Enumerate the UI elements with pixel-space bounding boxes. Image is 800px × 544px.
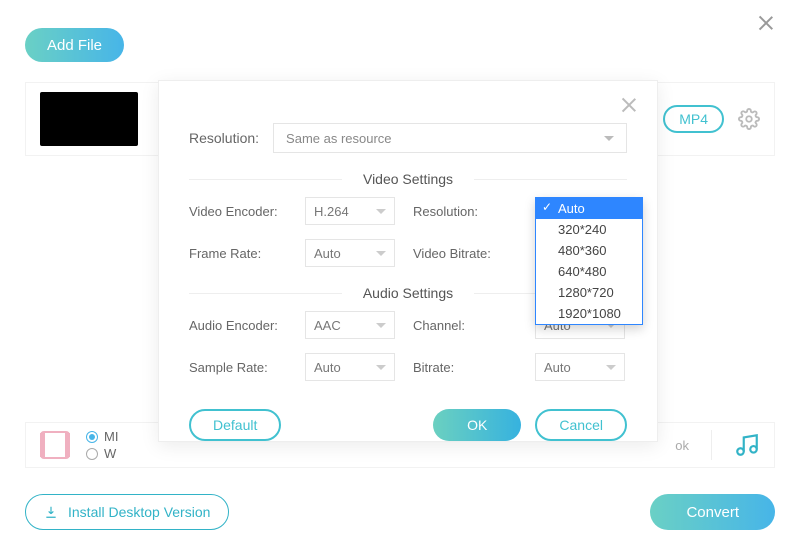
- settings-dialog: Resolution: Same as resource Video Setti…: [158, 80, 658, 442]
- chevron-down-icon: [376, 209, 386, 214]
- radio-icon: [86, 431, 98, 443]
- channel-label: Channel:: [413, 318, 517, 333]
- chevron-down-icon: [376, 251, 386, 256]
- sample-rate-label: Sample Rate:: [189, 360, 287, 375]
- vertical-divider: [711, 430, 712, 460]
- download-icon: [44, 505, 58, 519]
- resolution-option[interactable]: 1280*720: [536, 282, 642, 303]
- gear-icon[interactable]: [738, 108, 760, 130]
- default-button[interactable]: Default: [189, 409, 281, 441]
- install-desktop-button[interactable]: Install Desktop Version: [25, 494, 229, 530]
- format-radio-2[interactable]: W: [86, 446, 118, 461]
- format-pill-mp4[interactable]: MP4: [663, 105, 724, 133]
- audio-encoder-select[interactable]: AAC: [305, 311, 395, 339]
- window-close-icon[interactable]: [756, 14, 774, 32]
- audio-encoder-value: AAC: [314, 318, 341, 333]
- resolution-option[interactable]: 1920*1080: [536, 303, 642, 324]
- frame-rate-select[interactable]: Auto: [305, 239, 395, 267]
- sample-rate-select[interactable]: Auto: [305, 353, 395, 381]
- video-bitrate-label: Video Bitrate:: [413, 246, 517, 261]
- bitrate-label: Bitrate:: [413, 360, 517, 375]
- bitrate-value: Auto: [544, 360, 571, 375]
- sample-rate-value: Auto: [314, 360, 341, 375]
- strip-right-text: ok: [675, 438, 689, 453]
- convert-button[interactable]: Convert: [650, 494, 775, 530]
- radio-label: W: [104, 446, 116, 461]
- resolution-label: Resolution:: [413, 204, 517, 219]
- top-resolution-select[interactable]: Same as resource: [273, 123, 627, 153]
- chevron-down-icon: [606, 365, 616, 370]
- video-thumbnail: [40, 92, 138, 146]
- video-encoder-select[interactable]: H.264: [305, 197, 395, 225]
- video-settings-header: Video Settings: [189, 171, 627, 187]
- bitrate-select[interactable]: Auto: [535, 353, 625, 381]
- dialog-close-icon[interactable]: [621, 97, 637, 113]
- video-encoder-value: H.264: [314, 204, 349, 219]
- install-desktop-label: Install Desktop Version: [68, 504, 210, 520]
- top-resolution-label: Resolution:: [189, 130, 259, 146]
- ok-button[interactable]: OK: [433, 409, 521, 441]
- format-radio-1[interactable]: MI: [86, 429, 118, 444]
- frame-rate-label: Frame Rate:: [189, 246, 287, 261]
- add-file-button[interactable]: Add File: [25, 28, 124, 62]
- chevron-down-icon: [376, 323, 386, 328]
- resolution-select[interactable]: Auto Auto320*240480*360640*4801280*72019…: [535, 197, 625, 225]
- radio-label: MI: [104, 429, 118, 444]
- resolution-option[interactable]: 640*480: [536, 261, 642, 282]
- music-icon[interactable]: [734, 432, 760, 458]
- video-encoder-label: Video Encoder:: [189, 204, 287, 219]
- resolution-option[interactable]: Auto: [536, 198, 642, 219]
- resolution-option[interactable]: 320*240: [536, 219, 642, 240]
- radio-icon: [86, 448, 98, 460]
- chevron-down-icon: [376, 365, 386, 370]
- audio-encoder-label: Audio Encoder:: [189, 318, 287, 333]
- resolution-dropdown[interactable]: Auto320*240480*360640*4801280*7201920*10…: [535, 197, 643, 325]
- chevron-down-icon: [604, 136, 614, 141]
- cancel-button[interactable]: Cancel: [535, 409, 627, 441]
- resolution-option[interactable]: 480*360: [536, 240, 642, 261]
- top-resolution-value: Same as resource: [286, 131, 392, 146]
- film-icon: [40, 431, 70, 459]
- frame-rate-value: Auto: [314, 246, 341, 261]
